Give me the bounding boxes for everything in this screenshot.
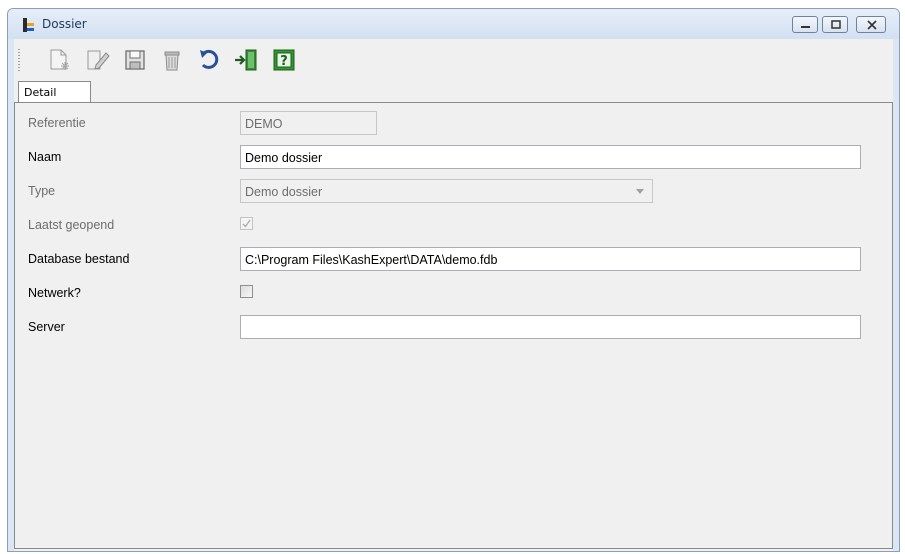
row-server: Server bbox=[15, 315, 892, 341]
type-select-value: Demo dossier bbox=[245, 185, 323, 199]
row-netwerk: Netwerk? bbox=[15, 281, 892, 307]
minimize-icon bbox=[801, 26, 810, 28]
database-bestand-label: Database bestand bbox=[28, 252, 130, 266]
tab-detail[interactable]: Detail bbox=[18, 81, 91, 103]
chevron-down-icon bbox=[636, 189, 644, 194]
database-bestand-field[interactable]: C:\Program Files\KashExpert\DATA\demo.fd… bbox=[240, 247, 861, 271]
server-label: Server bbox=[28, 320, 65, 334]
checkmark-icon bbox=[242, 219, 251, 228]
toolbar-grip[interactable] bbox=[18, 49, 20, 71]
help-icon: ? bbox=[273, 49, 295, 71]
refresh-icon bbox=[200, 49, 219, 69]
title-bar[interactable]: Dossier bbox=[8, 9, 899, 39]
new-button[interactable] bbox=[46, 47, 72, 73]
row-laatst-geopend: Laatst geopend bbox=[15, 213, 892, 239]
dossier-window: Dossier ? Detail Referentie DEMO Naam De… bbox=[7, 8, 900, 552]
referentie-field[interactable]: DEMO bbox=[240, 111, 377, 135]
edit-icon bbox=[87, 50, 110, 70]
referentie-label: Referentie bbox=[28, 116, 86, 130]
save-icon bbox=[125, 50, 145, 70]
row-database-bestand: Database bestand C:\Program Files\KashEx… bbox=[15, 247, 892, 273]
delete-button[interactable] bbox=[159, 47, 185, 73]
minimize-button[interactable] bbox=[792, 16, 818, 33]
laatst-geopend-label: Laatst geopend bbox=[28, 218, 115, 232]
row-referentie: Referentie DEMO bbox=[15, 111, 892, 137]
row-naam: Naam Demo dossier bbox=[15, 145, 892, 171]
detail-panel: Referentie DEMO Naam Demo dossier Type D… bbox=[14, 102, 893, 549]
toolbar: ? bbox=[14, 39, 893, 79]
tab-strip: Detail bbox=[14, 79, 893, 103]
row-type: Type Demo dossier bbox=[15, 179, 892, 205]
naam-field[interactable]: Demo dossier bbox=[240, 145, 861, 169]
refresh-button[interactable] bbox=[196, 47, 222, 73]
netwerk-label: Netwerk? bbox=[28, 286, 81, 300]
type-label: Type bbox=[28, 184, 56, 198]
client-area: ? Detail Referentie DEMO Naam Demo dossi… bbox=[14, 39, 893, 551]
close-icon bbox=[867, 20, 877, 30]
laatst-geopend-checkbox[interactable] bbox=[240, 217, 253, 230]
exit-door-icon bbox=[235, 49, 257, 71]
app-logo-icon bbox=[22, 17, 36, 33]
edit-button[interactable] bbox=[84, 47, 110, 73]
type-select[interactable]: Demo dossier bbox=[240, 179, 653, 203]
close-button[interactable] bbox=[856, 16, 886, 33]
window-title: Dossier bbox=[42, 17, 87, 31]
netwerk-checkbox[interactable] bbox=[240, 285, 253, 298]
exit-button[interactable] bbox=[233, 47, 259, 73]
delete-icon bbox=[164, 51, 180, 71]
naam-label: Naam bbox=[28, 150, 62, 164]
restore-icon bbox=[831, 20, 841, 29]
maximize-button[interactable] bbox=[822, 16, 848, 33]
server-field[interactable] bbox=[240, 315, 861, 339]
help-button[interactable]: ? bbox=[271, 47, 297, 73]
new-document-icon bbox=[50, 49, 69, 70]
save-button[interactable] bbox=[122, 47, 148, 73]
svg-text:?: ? bbox=[280, 54, 288, 69]
